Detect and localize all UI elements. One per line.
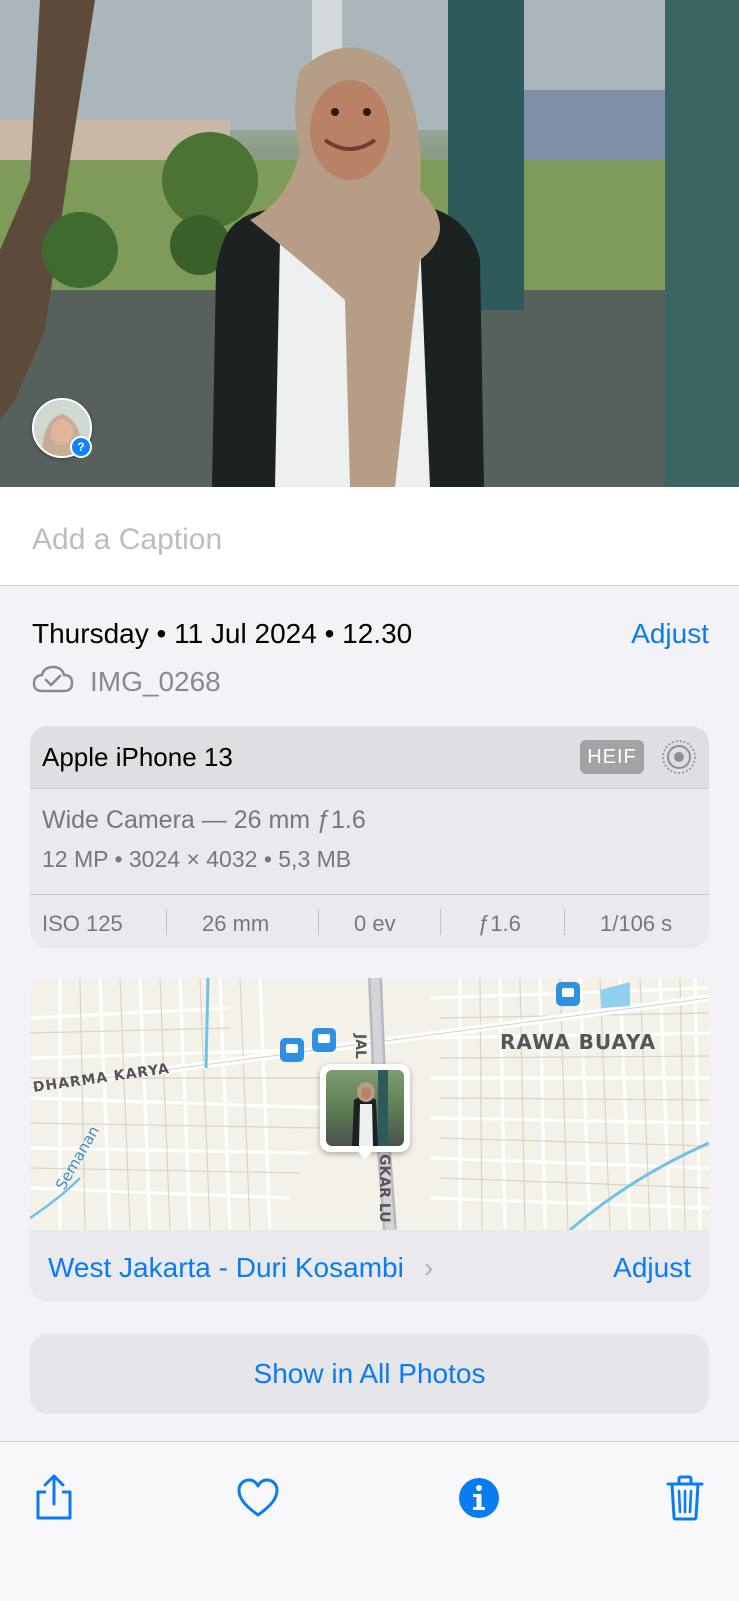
lens-info-label: Wide Camera — 26 mm ƒ1.6 bbox=[42, 806, 366, 834]
exif-divider bbox=[564, 909, 565, 935]
camera-header: Apple iPhone 13 HEIF bbox=[30, 726, 709, 789]
location-name-link[interactable]: West Jakarta - Duri Kosambi bbox=[48, 1252, 404, 1284]
map-label-road: JAL bbox=[352, 1034, 368, 1059]
photo-viewer[interactable]: ? bbox=[0, 0, 739, 487]
chevron-right-icon: › bbox=[424, 1252, 434, 1283]
camera-device-label: Apple iPhone 13 bbox=[42, 742, 233, 772]
exif-iso: ISO 125 bbox=[42, 911, 123, 936]
delete-button[interactable] bbox=[655, 1470, 715, 1530]
exif-divider bbox=[166, 909, 167, 935]
exif-row: ISO 125 26 mm 0 ev ƒ1.6 1/106 s bbox=[30, 894, 709, 948]
info-icon bbox=[458, 1477, 500, 1524]
exif-shutter: 1/106 s bbox=[600, 911, 673, 936]
exif-ev: 0 ev bbox=[354, 911, 396, 936]
trash-icon bbox=[666, 1475, 704, 1526]
live-photo-icon[interactable] bbox=[660, 738, 698, 781]
share-button[interactable] bbox=[24, 1470, 84, 1530]
date-time-label: Thursday • 11 Jul 2024 • 12.30 bbox=[32, 618, 413, 649]
unknown-person-question-icon: ? bbox=[70, 436, 92, 458]
photo-image bbox=[0, 0, 739, 487]
map-label-area: RAWA BUAYA bbox=[500, 1030, 657, 1054]
format-badge: HEIF bbox=[580, 740, 644, 774]
caption-field[interactable]: Add a Caption bbox=[0, 487, 739, 586]
file-name-label: IMG_0268 bbox=[90, 666, 221, 697]
exif-focal: 26 mm bbox=[202, 911, 270, 936]
map-label-road: GKAR LU bbox=[376, 1154, 392, 1223]
location-map-card[interactable]: RAWA BUAYA DHARMA KARYA Semanan JAL GKAR… bbox=[30, 978, 709, 1302]
exif-aperture: ƒ1.6 bbox=[478, 911, 521, 936]
show-in-all-photos-button[interactable]: Show in All Photos bbox=[30, 1334, 709, 1414]
image-specs-label: 12 MP • 3024 × 4032 • 5,3 MB bbox=[42, 846, 352, 872]
photo-location-pin[interactable] bbox=[320, 1064, 410, 1160]
show-in-all-photos-label: Show in All Photos bbox=[253, 1358, 486, 1389]
exif-divider bbox=[440, 909, 441, 935]
adjust-date-button[interactable]: Adjust bbox=[631, 618, 709, 650]
share-icon bbox=[34, 1474, 74, 1527]
heart-icon bbox=[236, 1478, 280, 1523]
adjust-location-button[interactable]: Adjust bbox=[613, 1252, 691, 1284]
pin-thumbnail bbox=[326, 1070, 404, 1146]
info-button[interactable] bbox=[449, 1470, 509, 1530]
camera-info-card: Apple iPhone 13 HEIF Wide Camera — 26 mm… bbox=[30, 726, 709, 948]
favorite-button[interactable] bbox=[228, 1470, 288, 1530]
icloud-check-icon bbox=[32, 664, 74, 699]
pin-pointer bbox=[355, 1148, 375, 1160]
bottom-toolbar bbox=[0, 1441, 739, 1601]
exif-divider bbox=[318, 909, 319, 935]
caption-placeholder: Add a Caption bbox=[32, 523, 223, 556]
map-view[interactable]: RAWA BUAYA DHARMA KARYA Semanan JAL GKAR… bbox=[30, 978, 709, 1230]
location-row[interactable]: West Jakarta - Duri Kosambi › Adjust bbox=[30, 1230, 709, 1302]
